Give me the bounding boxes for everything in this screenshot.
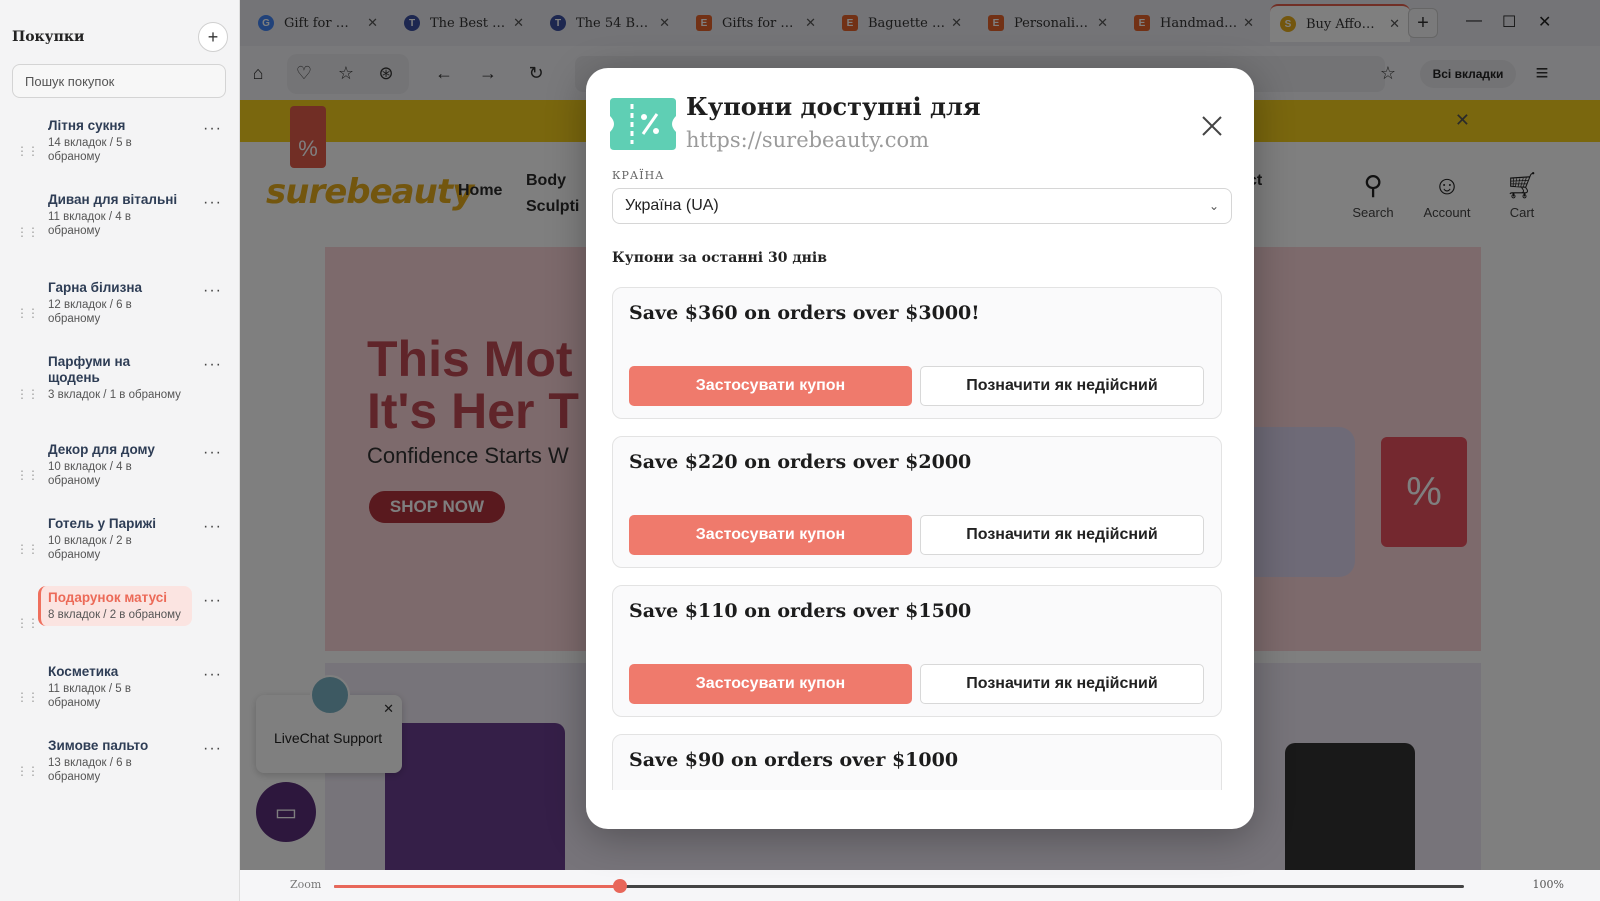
collection-meta: 10 вкладок / 2 в обраному: [48, 535, 132, 561]
coupon-list: Save $360 on orders over $3000! Застосув…: [612, 287, 1222, 790]
more-options-icon[interactable]: ···: [203, 518, 222, 536]
more-options-icon[interactable]: ···: [203, 444, 222, 462]
sidebar-title: Покупки: [12, 29, 85, 45]
drag-handle-icon[interactable]: ⋮⋮: [16, 691, 39, 703]
recent-coupons-heading: Купони за останні 30 днів: [612, 250, 827, 266]
collection-name: Декор для дому: [48, 442, 155, 457]
country-select[interactable]: Україна (UA) ⌄: [612, 188, 1232, 224]
collection-meta: 13 вкладок / 6 в обраному: [48, 757, 132, 783]
collection-item[interactable]: ⋮⋮ Диван для вітальні 11 вкладок / 4 в об…: [0, 188, 240, 276]
zoom-slider-fill: [334, 885, 620, 888]
add-collection-button[interactable]: +: [198, 22, 228, 52]
collection-item[interactable]: ⋮⋮ Готель у Парижі 10 вкладок / 2 в обран…: [0, 512, 240, 586]
drag-handle-icon[interactable]: ⋮⋮: [16, 388, 39, 400]
more-options-icon[interactable]: ···: [203, 740, 222, 758]
collection-meta: 3 вкладок / 1 в обраному: [48, 389, 181, 401]
collection-name: Літня сукня: [48, 118, 126, 133]
collection-meta: 11 вкладок / 5 в обраному: [48, 683, 131, 709]
coupon-title: Save $360 on orders over $3000!: [629, 302, 980, 324]
more-options-icon[interactable]: ···: [203, 120, 222, 138]
more-options-icon[interactable]: ···: [203, 592, 222, 610]
more-options-icon[interactable]: ···: [203, 282, 222, 300]
collection-name: Готель у Парижі: [48, 516, 156, 531]
more-options-icon[interactable]: ···: [203, 194, 222, 212]
coupon-card: Save $360 on orders over $3000! Застосув…: [612, 287, 1222, 419]
collection-item[interactable]: ⋮⋮ Зимове пальто 13 вкладок / 6 в обраном…: [0, 734, 240, 808]
apply-coupon-button[interactable]: Застосувати купон: [629, 515, 912, 555]
apply-coupon-button[interactable]: Застосувати купон: [629, 366, 912, 406]
shopping-sidebar: Покупки + ⋮⋮ Літня сукня 14 вкладок / 5 в…: [0, 0, 240, 901]
collection-meta: 12 вкладок / 6 в обраному: [48, 299, 132, 325]
shopping-search-input[interactable]: [12, 64, 226, 98]
coupon-modal: Купони доступні для https://surebeauty.c…: [586, 68, 1254, 829]
zoom-slider-handle[interactable]: [612, 879, 627, 893]
modal-site-url: https://surebeauty.com: [686, 128, 930, 152]
coupon-title: Save $90 on orders over $1000: [629, 749, 959, 771]
collection-item[interactable]: ⋮⋮ Парфуми на щодень 3 вкладок / 1 в обра…: [0, 350, 240, 438]
collection-item[interactable]: ⋮⋮ Декор для дому 10 вкладок / 4 в обрано…: [0, 438, 240, 512]
more-options-icon[interactable]: ···: [203, 356, 222, 374]
zoom-slider[interactable]: [334, 879, 1464, 893]
coupon-card: Save $220 on orders over $2000 Застосува…: [612, 436, 1222, 568]
drag-handle-icon[interactable]: ⋮⋮: [16, 543, 39, 555]
coupon-title: Save $110 on orders over $1500: [629, 600, 972, 622]
coupon-logo-icon: [610, 98, 676, 150]
collection-meta: 14 вкладок / 5 в обраному: [48, 137, 132, 163]
collection-name: Диван для вітальні: [48, 192, 178, 207]
collection-item[interactable]: ⋮⋮ Гарна білизна 12 вкладок / 6 в обраном…: [0, 276, 240, 350]
drag-handle-icon[interactable]: ⋮⋮: [16, 469, 39, 481]
collection-name: Гарна білизна: [48, 280, 142, 295]
collection-list: ⋮⋮ Літня сукня 14 вкладок / 5 в обраному …: [0, 114, 240, 808]
drag-handle-icon[interactable]: ⋮⋮: [16, 145, 39, 157]
coupon-title: Save $220 on orders over $2000: [629, 451, 972, 473]
modal-title: Купони доступні для: [686, 92, 981, 121]
coupon-card: Save $90 on orders over $1000: [612, 734, 1222, 790]
collection-item-active[interactable]: ⋮⋮ Подарунок матусі 8 вкладок / 2 в обран…: [0, 586, 240, 660]
close-icon[interactable]: [1198, 112, 1226, 140]
collection-name: Парфуми на щодень: [48, 354, 131, 385]
collection-meta: 8 вкладок / 2 в обраному: [48, 609, 181, 621]
zoom-label: Zoom: [290, 878, 322, 891]
mark-invalid-button[interactable]: Позначити як недійсний: [920, 366, 1204, 406]
coupon-card: Save $110 on orders over $1500 Застосува…: [612, 585, 1222, 717]
drag-handle-icon[interactable]: ⋮⋮: [16, 765, 39, 777]
collection-name: Зимове пальто: [48, 738, 149, 753]
apply-coupon-button[interactable]: Застосувати купон: [629, 664, 912, 704]
drag-handle-icon[interactable]: ⋮⋮: [16, 617, 39, 629]
zoom-value: 100%: [1532, 878, 1564, 891]
drag-handle-icon[interactable]: ⋮⋮: [16, 226, 39, 238]
country-value: Україна (UA): [625, 197, 719, 214]
mark-invalid-button[interactable]: Позначити як недійсний: [920, 515, 1204, 555]
zoom-bar: Zoom 100%: [240, 870, 1600, 901]
mark-invalid-button[interactable]: Позначити як недійсний: [920, 664, 1204, 704]
collection-meta: 11 вкладок / 4 в обраному: [48, 211, 131, 237]
country-label: КРАЇНА: [612, 169, 665, 182]
collection-name: Косметика: [48, 664, 119, 679]
sidebar-header: Покупки +: [12, 22, 228, 52]
collection-name: Подарунок матусі: [48, 590, 168, 605]
collection-meta: 10 вкладок / 4 в обраному: [48, 461, 132, 487]
chevron-down-icon: ⌄: [1208, 199, 1219, 213]
collection-item[interactable]: ⋮⋮ Косметика 11 вкладок / 5 в обраному ··…: [0, 660, 240, 734]
collection-item[interactable]: ⋮⋮ Літня сукня 14 вкладок / 5 в обраному …: [0, 114, 240, 188]
drag-handle-icon[interactable]: ⋮⋮: [16, 307, 39, 319]
more-options-icon[interactable]: ···: [203, 666, 222, 684]
